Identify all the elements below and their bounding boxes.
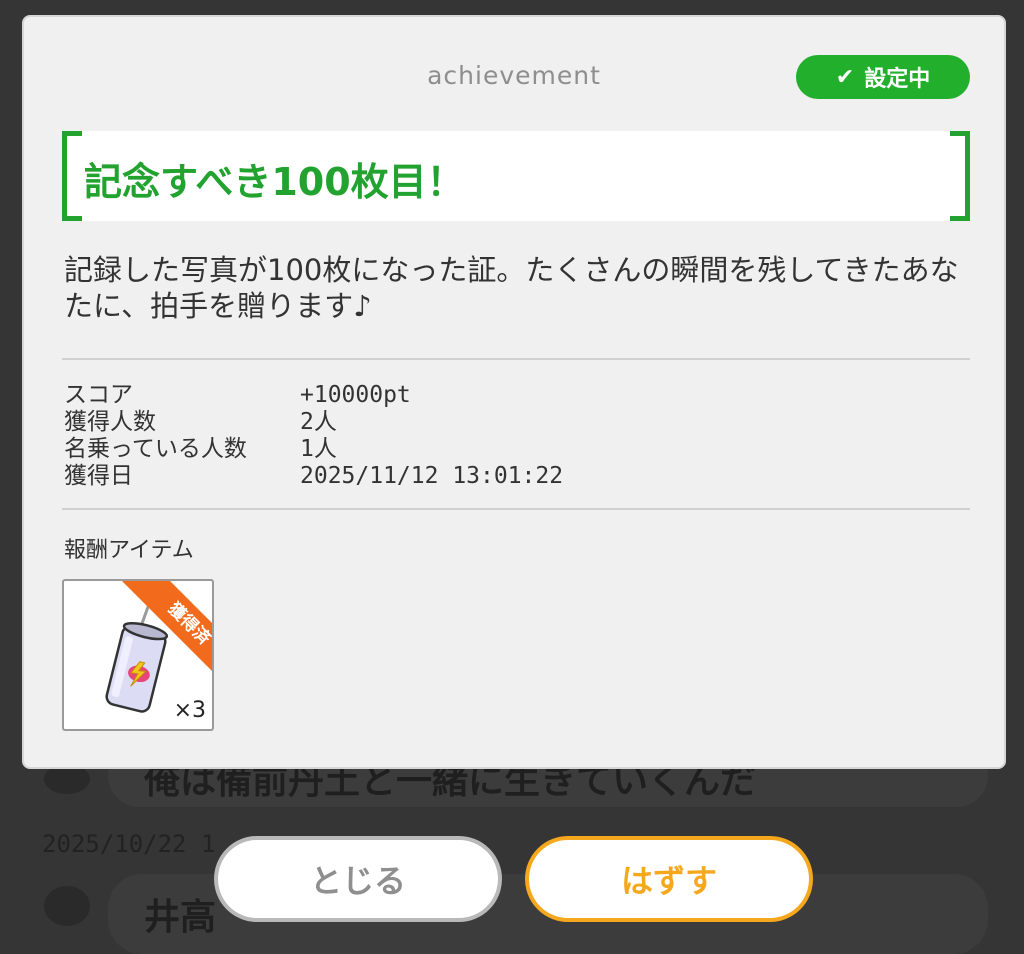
stat-value: +10000pt — [300, 382, 411, 408]
right-bracket — [950, 131, 970, 221]
achievement-dialog: achievement ✔ 設定中 記念すべき100枚目！ 記録した写真が100… — [22, 15, 1006, 769]
status-badge-label: 設定中 — [864, 67, 931, 92]
item-quantity: ×3 — [173, 698, 206, 723]
stat-value: 1人 — [300, 436, 337, 462]
achievement-title: 記念すべき100枚目！ — [84, 160, 465, 204]
left-bracket — [62, 131, 82, 221]
stat-label: スコア — [64, 382, 133, 408]
divider — [62, 508, 970, 510]
achievement-title-box: 記念すべき100枚目！ — [62, 131, 970, 221]
stat-label: 獲得日 — [64, 463, 133, 489]
achievement-stats: スコア +10000pt 獲得人数 2人 名乗っている人数 1人 獲得日 202… — [64, 382, 563, 490]
check-icon: ✔ — [835, 64, 855, 90]
reward-heading: 報酬アイテム — [64, 538, 194, 563]
close-button[interactable]: とじる — [214, 836, 502, 922]
reward-item[interactable]: 獲得済 ×3 — [62, 579, 214, 731]
stat-row-using-count: 名乗っている人数 1人 — [64, 436, 563, 463]
stat-row-earned-date: 獲得日 2025/11/12 13:01:22 — [64, 463, 563, 490]
stat-row-score: スコア +10000pt — [64, 382, 563, 409]
achievement-description: 記録した写真が100枚になった証。たくさんの瞬間を残してきたあなたに、拍手を贈り… — [64, 253, 959, 323]
stat-value: 2人 — [300, 409, 337, 435]
divider — [62, 358, 970, 360]
stat-label: 獲得人数 — [64, 409, 156, 435]
status-badge: ✔ 設定中 — [796, 55, 970, 99]
stat-row-earned-count: 獲得人数 2人 — [64, 409, 563, 436]
remove-button[interactable]: はずす — [525, 836, 813, 922]
background-date: 2025/10/22 1 — [42, 830, 216, 858]
background-post-text-2: 井高 — [144, 897, 217, 938]
background-avatar-icon-2 — [44, 886, 90, 926]
stat-label: 名乗っている人数 — [64, 436, 247, 462]
stat-value: 2025/11/12 13:01:22 — [300, 463, 564, 489]
